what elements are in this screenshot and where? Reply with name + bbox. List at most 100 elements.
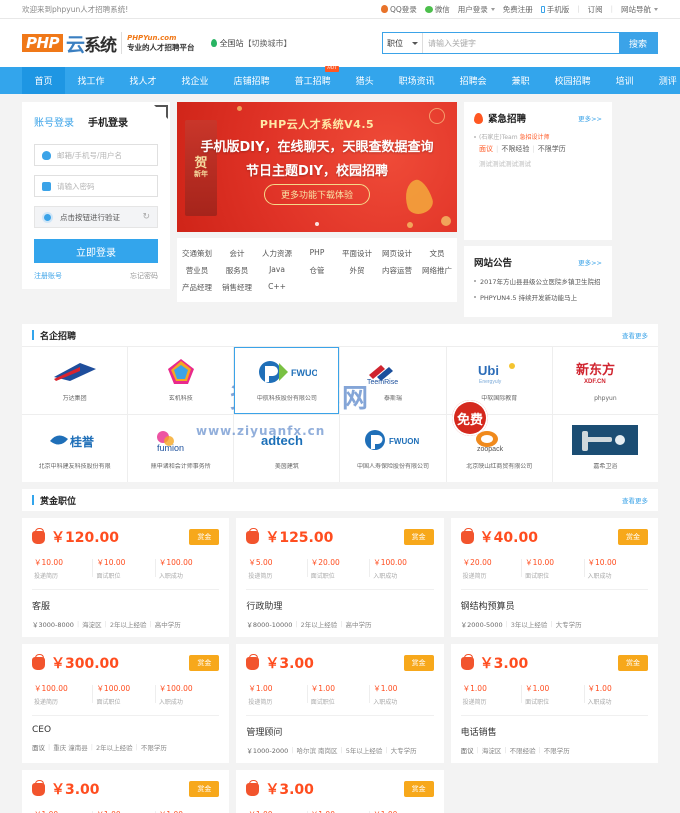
category-link[interactable]: Java <box>257 265 297 276</box>
tab-mobile-login[interactable]: 手机登录 <box>88 114 128 132</box>
category-link[interactable]: 交通策划 <box>177 248 217 259</box>
company-cell[interactable]: 万达集团 <box>22 347 128 414</box>
companies-more-link[interactable]: 查看更多 <box>622 330 648 340</box>
bounty-badge[interactable]: 赏金 <box>403 529 434 545</box>
bounty-badge[interactable]: 赏金 <box>403 655 434 671</box>
nav-item-11[interactable]: 培训 <box>603 67 646 94</box>
category-link[interactable]: 会计 <box>217 248 257 259</box>
job-title[interactable]: 行政助理 <box>246 599 433 612</box>
banner-cta-button[interactable]: 更多功能下载体验 <box>263 184 371 205</box>
forgot-password-link[interactable]: 忘记密码 <box>130 271 158 281</box>
bounty-job-card[interactable]: ￥300.00 赏金 ￥100.00 投递简历 ￥100.00 面试职位 ￥100.00 入职… <box>22 644 230 763</box>
job-title[interactable]: 管理顾问 <box>246 725 433 738</box>
bounty-badge[interactable]: 赏金 <box>189 781 220 797</box>
notice-item[interactable]: 2017年方山县县级公立医院乡镇卫生院招 <box>474 276 602 286</box>
category-link[interactable]: 文员 <box>417 248 457 259</box>
bounty-badge[interactable]: 赏金 <box>617 529 648 545</box>
city-selector[interactable]: 全国站 【切换城市】 <box>210 38 292 49</box>
urgent-list-item[interactable]: (石家庄)Team 急招设计师 面议 | 不限经验 | 不限学历 测试测试测试测试 <box>474 132 602 168</box>
bounty-more-link[interactable]: 查看更多 <box>622 495 648 505</box>
company-cell[interactable]: adtech 美茵建筑 <box>234 415 340 482</box>
category-link[interactable]: 营业员 <box>177 265 217 276</box>
company-cell[interactable]: 嘉希卫浴 <box>552 415 658 482</box>
nav-item-7[interactable]: 职场资讯 <box>386 67 447 94</box>
bounty-job-card[interactable]: ￥120.00 赏金 ￥10.00 投递简历 ￥10.00 面试职位 ￥100.00 入职成功… <box>22 518 230 637</box>
category-link[interactable]: 平面设计 <box>337 248 377 259</box>
bounty-job-card[interactable]: ￥3.00赏金￥1.00投递简历￥1.00面试职位￥1.00入职成功编辑￥500… <box>236 770 444 813</box>
bounty-job-card[interactable]: ￥3.00 赏金 ￥1.00 投递简历 ￥1.00 面试职位 ￥1.00 入职成功 管理顾问 ￥1… <box>236 644 444 763</box>
company-cell[interactable]: Ubi Energyuly 中软国际教育 <box>446 347 552 414</box>
category-link[interactable]: 销售经理 <box>217 282 257 293</box>
nav-item-1[interactable]: 找工作 <box>65 67 117 94</box>
nav-item-0[interactable]: 首页 <box>22 67 66 94</box>
bounty-badge[interactable]: 赏金 <box>189 655 220 671</box>
wechat-link[interactable]: 微信 <box>424 4 450 15</box>
category-link[interactable]: PHP <box>297 248 337 259</box>
phone-icon <box>540 5 545 13</box>
qq-login-link[interactable]: QQ登录 <box>380 4 417 15</box>
promo-banner[interactable]: 贺 新年 PHP云人才系统V4.5 手机版DIY，在线聊天，天眼查数据查询 节日… <box>177 102 457 232</box>
nav-item-10[interactable]: 校园招聘 <box>542 67 603 94</box>
mobile-version-link[interactable]: 手机版 <box>540 4 569 15</box>
username-field[interactable]: 邮箱/手机号/用户名 <box>34 144 158 166</box>
category-link[interactable]: 外贸 <box>337 265 377 276</box>
company-cell[interactable]: FWUON 中国人寿保险股份有限公司 <box>340 415 446 482</box>
notice-item[interactable]: PHPYUN4.5 持续开发新功能马上 <box>474 292 602 302</box>
nav-item-3[interactable]: 找企业 <box>169 67 221 94</box>
nav-item-8[interactable]: 招聘会 <box>447 67 499 94</box>
job-title[interactable]: 电话销售 <box>461 725 648 738</box>
password-field[interactable]: 请输入密码 <box>34 175 158 197</box>
company-cell[interactable]: 玄机科技 <box>128 347 234 414</box>
company-cell[interactable]: TeemRise 泰斯瑞 <box>340 347 446 414</box>
category-link[interactable]: 网页设计 <box>377 248 417 259</box>
qrcode-login-toggle[interactable] <box>150 102 170 122</box>
register-link[interactable]: 注册账号 <box>34 271 62 281</box>
job-title[interactable]: CEO <box>32 725 219 735</box>
category-link[interactable]: 人力资源 <box>257 248 297 259</box>
notice-more-link[interactable]: 更多>> <box>578 257 602 267</box>
company-cell[interactable]: FWUON 中航科技股份有限公司 <box>234 347 340 414</box>
company-cell[interactable]: zoopack 北京映山红商贸有限公司 <box>446 415 552 482</box>
category-link[interactable]: 内容运营 <box>377 265 417 276</box>
bounty-job-card[interactable]: ￥40.00 赏金 ￥20.00 投递简历 ￥10.00 面试职位 ￥10.00 入职成功 钢结… <box>450 518 658 637</box>
job-title[interactable]: 客服 <box>32 599 219 612</box>
job-title[interactable]: 钢结构预算员 <box>461 599 648 612</box>
category-link[interactable]: 服务员 <box>217 265 257 276</box>
search-button[interactable]: 搜索 <box>619 32 657 54</box>
category-link[interactable]: 产品经理 <box>177 282 217 293</box>
bounty-job-card[interactable]: ￥125.00 赏金 ￥5.00 投递简历 ￥20.00 面试职位 ￥100.00 入职成功行… <box>236 518 444 637</box>
nav-item-2[interactable]: 找人才 <box>117 67 169 94</box>
search-input[interactable]: 请输入关键字 <box>423 33 619 53</box>
nav-item-4[interactable]: 店铺招聘 <box>221 67 282 94</box>
site-nav-link[interactable]: 网站导航 <box>621 4 658 15</box>
tab-account-login[interactable]: 账号登录 <box>34 114 74 132</box>
slider-verify-control[interactable]: 点击按钮进行验证 ↻ <box>34 206 158 228</box>
nav-item-6[interactable]: 猎头 <box>343 67 386 94</box>
category-link[interactable]: C++ <box>257 282 297 293</box>
category-link[interactable]: 网络推广 <box>417 265 457 276</box>
site-logo[interactable]: PHP 云系统 PHPYun.com 专业的人才招聘平台 <box>22 30 195 57</box>
refresh-icon[interactable]: ↻ <box>142 212 150 222</box>
bounty-badge[interactable]: 赏金 <box>403 781 434 797</box>
login-submit-button[interactable]: 立即登录 <box>34 239 158 263</box>
bounty-badge[interactable]: 赏金 <box>189 529 220 545</box>
svg-text:XDF.CN: XDF.CN <box>584 379 606 385</box>
company-cell[interactable]: fumion 鼎申诸和会计师事务所 <box>128 415 234 482</box>
bounty-job-card[interactable]: ￥3.00 赏金 ￥1.00 投递简历 ￥1.00 面试职位 ￥1.00 入职成功 电话销售 面议… <box>450 644 658 763</box>
bounty-job-card[interactable]: ￥3.00赏金￥1.00投递简历￥1.00面试职位￥1.00入职成功企划￥100… <box>22 770 230 813</box>
company-cell[interactable]: 新东方 XDF.CN phpyun <box>552 347 658 414</box>
nav-item-9[interactable]: 兼职 <box>499 67 542 94</box>
bounty-segment-amount: ￥1.00 <box>96 809 156 813</box>
nav-item-12[interactable]: 测评 <box>646 67 680 94</box>
banner-carousel-dots[interactable] <box>315 222 319 226</box>
nav-item-5[interactable]: 普工招聘 HOT <box>282 66 343 94</box>
free-register-link[interactable]: 免费注册 <box>503 4 533 15</box>
bounty-badge[interactable]: 赏金 <box>617 655 648 671</box>
urgent-more-link[interactable]: 更多>> <box>578 113 602 123</box>
search-type-select[interactable]: 职位 <box>383 33 423 53</box>
category-link[interactable]: 仓管 <box>297 265 337 276</box>
subscribe-link[interactable]: 订阅 <box>588 4 603 15</box>
company-cell[interactable]: 桂誉 北京中科建友科技股份有限 <box>22 415 128 482</box>
company-name: 北京中科建友科技股份有限 <box>38 463 111 470</box>
user-login-link[interactable]: 用户登录 <box>458 4 495 15</box>
